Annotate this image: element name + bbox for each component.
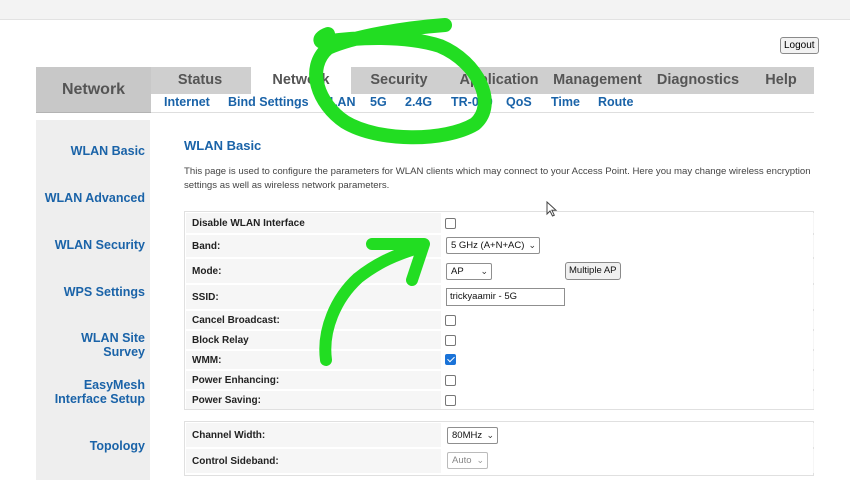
mouse-cursor-icon: [546, 201, 558, 217]
main-nav: Status Network Security Application Mana…: [151, 67, 814, 94]
band-label: Band:: [192, 241, 221, 252]
subnav-wlan[interactable]: WLAN: [318, 95, 356, 109]
disable-wlan-checkbox[interactable]: [445, 218, 456, 229]
tab-status[interactable]: Status: [151, 67, 249, 94]
block-relay-label: Block Relay: [192, 335, 249, 346]
control-sideband-label: Control Sideband:: [192, 456, 279, 467]
channel-width-label: Channel Width:: [192, 430, 266, 441]
band-select[interactable]: 5 GHz (A+N+AC) ⌄: [446, 237, 540, 254]
subnav-tr069[interactable]: TR-069: [451, 95, 493, 109]
caret-down-icon: ⌄: [528, 240, 536, 250]
control-sideband-select[interactable]: Auto ⌄: [447, 452, 488, 469]
tab-application[interactable]: Application: [447, 67, 551, 94]
tab-management[interactable]: Management: [551, 67, 644, 94]
page-description: This page is used to configure the param…: [184, 166, 811, 191]
sidebar-item-wlan-advanced[interactable]: WLAN Advanced: [45, 191, 145, 205]
sidebar-item-easymesh-interface-setup[interactable]: EasyMesh Interface Setup: [33, 378, 145, 406]
cancel-broadcast-checkbox[interactable]: [445, 315, 456, 326]
row-disable-wlan: Disable WLAN Interface: [186, 213, 814, 233]
row-power-enhancing: Power Enhancing:: [186, 371, 814, 389]
sub-nav: Internet Bind Settings WLAN 5G 2.4G TR-0…: [151, 94, 814, 113]
subnav-5g[interactable]: 5G: [370, 95, 387, 109]
caret-down-icon: ⌄: [486, 430, 494, 440]
subnav-2-4g[interactable]: 2.4G: [405, 95, 432, 109]
sidebar-item-topology[interactable]: Topology: [90, 439, 145, 453]
channel-width-select[interactable]: 80MHz ⌄: [447, 427, 498, 444]
page-title: WLAN Basic: [184, 138, 262, 153]
caret-down-icon: ⌄: [480, 266, 488, 276]
power-enhancing-checkbox[interactable]: [445, 375, 456, 386]
tab-security[interactable]: Security: [351, 67, 447, 94]
channel-form: Channel Width: 80MHz ⌄ Control Sideband: …: [184, 421, 814, 476]
subnav-route[interactable]: Route: [598, 95, 633, 109]
sidebar-item-wps-settings[interactable]: WPS Settings: [64, 285, 145, 299]
caret-down-icon: ⌄: [476, 455, 484, 465]
subnav-time[interactable]: Time: [551, 95, 580, 109]
wmm-checkbox[interactable]: [445, 354, 456, 365]
multiple-ap-button[interactable]: Multiple AP: [565, 262, 621, 280]
row-power-saving: Power Saving:: [186, 391, 814, 409]
subnav-bind-settings[interactable]: Bind Settings: [228, 95, 309, 109]
row-ssid: SSID: trickyaamir - 5G: [186, 285, 814, 309]
browser-top-strip: [0, 0, 850, 20]
wmm-label: WMM:: [192, 355, 222, 366]
block-relay-checkbox[interactable]: [445, 335, 456, 346]
row-cancel-broadcast: Cancel Broadcast:: [186, 311, 814, 329]
sidebar-item-wlan-site-survey[interactable]: WLAN Site Survey: [36, 331, 145, 359]
sidebar-item-wlan-basic[interactable]: WLAN Basic: [71, 144, 145, 158]
row-wmm: WMM:: [186, 351, 814, 369]
brand-network: Network: [36, 67, 151, 113]
logout-button[interactable]: Logout: [780, 37, 819, 54]
power-saving-checkbox[interactable]: [445, 395, 456, 406]
disable-wlan-label: Disable WLAN Interface: [192, 218, 305, 229]
row-mode: Mode: AP ⌄ Multiple AP: [186, 259, 814, 283]
subnav-qos[interactable]: QoS: [506, 95, 532, 109]
cancel-broadcast-label: Cancel Broadcast:: [192, 315, 280, 326]
subnav-internet[interactable]: Internet: [164, 95, 210, 109]
row-block-relay: Block Relay: [186, 331, 814, 349]
power-saving-label: Power Saving:: [192, 395, 261, 406]
tab-diagnostics[interactable]: Diagnostics: [647, 67, 749, 94]
wlan-basic-form: Disable WLAN Interface Band: 5 GHz (A+N+…: [184, 211, 814, 410]
power-enhancing-label: Power Enhancing:: [192, 375, 280, 386]
row-band: Band: 5 GHz (A+N+AC) ⌄: [186, 235, 814, 257]
mode-label: Mode:: [192, 266, 222, 277]
sidebar-item-wlan-security[interactable]: WLAN Security: [55, 238, 145, 252]
row-channel-width: Channel Width: 80MHz ⌄: [186, 423, 814, 447]
ssid-label: SSID:: [192, 292, 219, 303]
sidebar: WLAN Basic WLAN Advanced WLAN Security W…: [36, 120, 150, 480]
row-control-sideband: Control Sideband: Auto ⌄: [186, 449, 814, 473]
tab-help[interactable]: Help: [751, 67, 811, 94]
ssid-input[interactable]: trickyaamir - 5G: [446, 288, 565, 306]
mode-select[interactable]: AP ⌄: [446, 263, 492, 280]
tab-network[interactable]: Network: [251, 67, 351, 94]
